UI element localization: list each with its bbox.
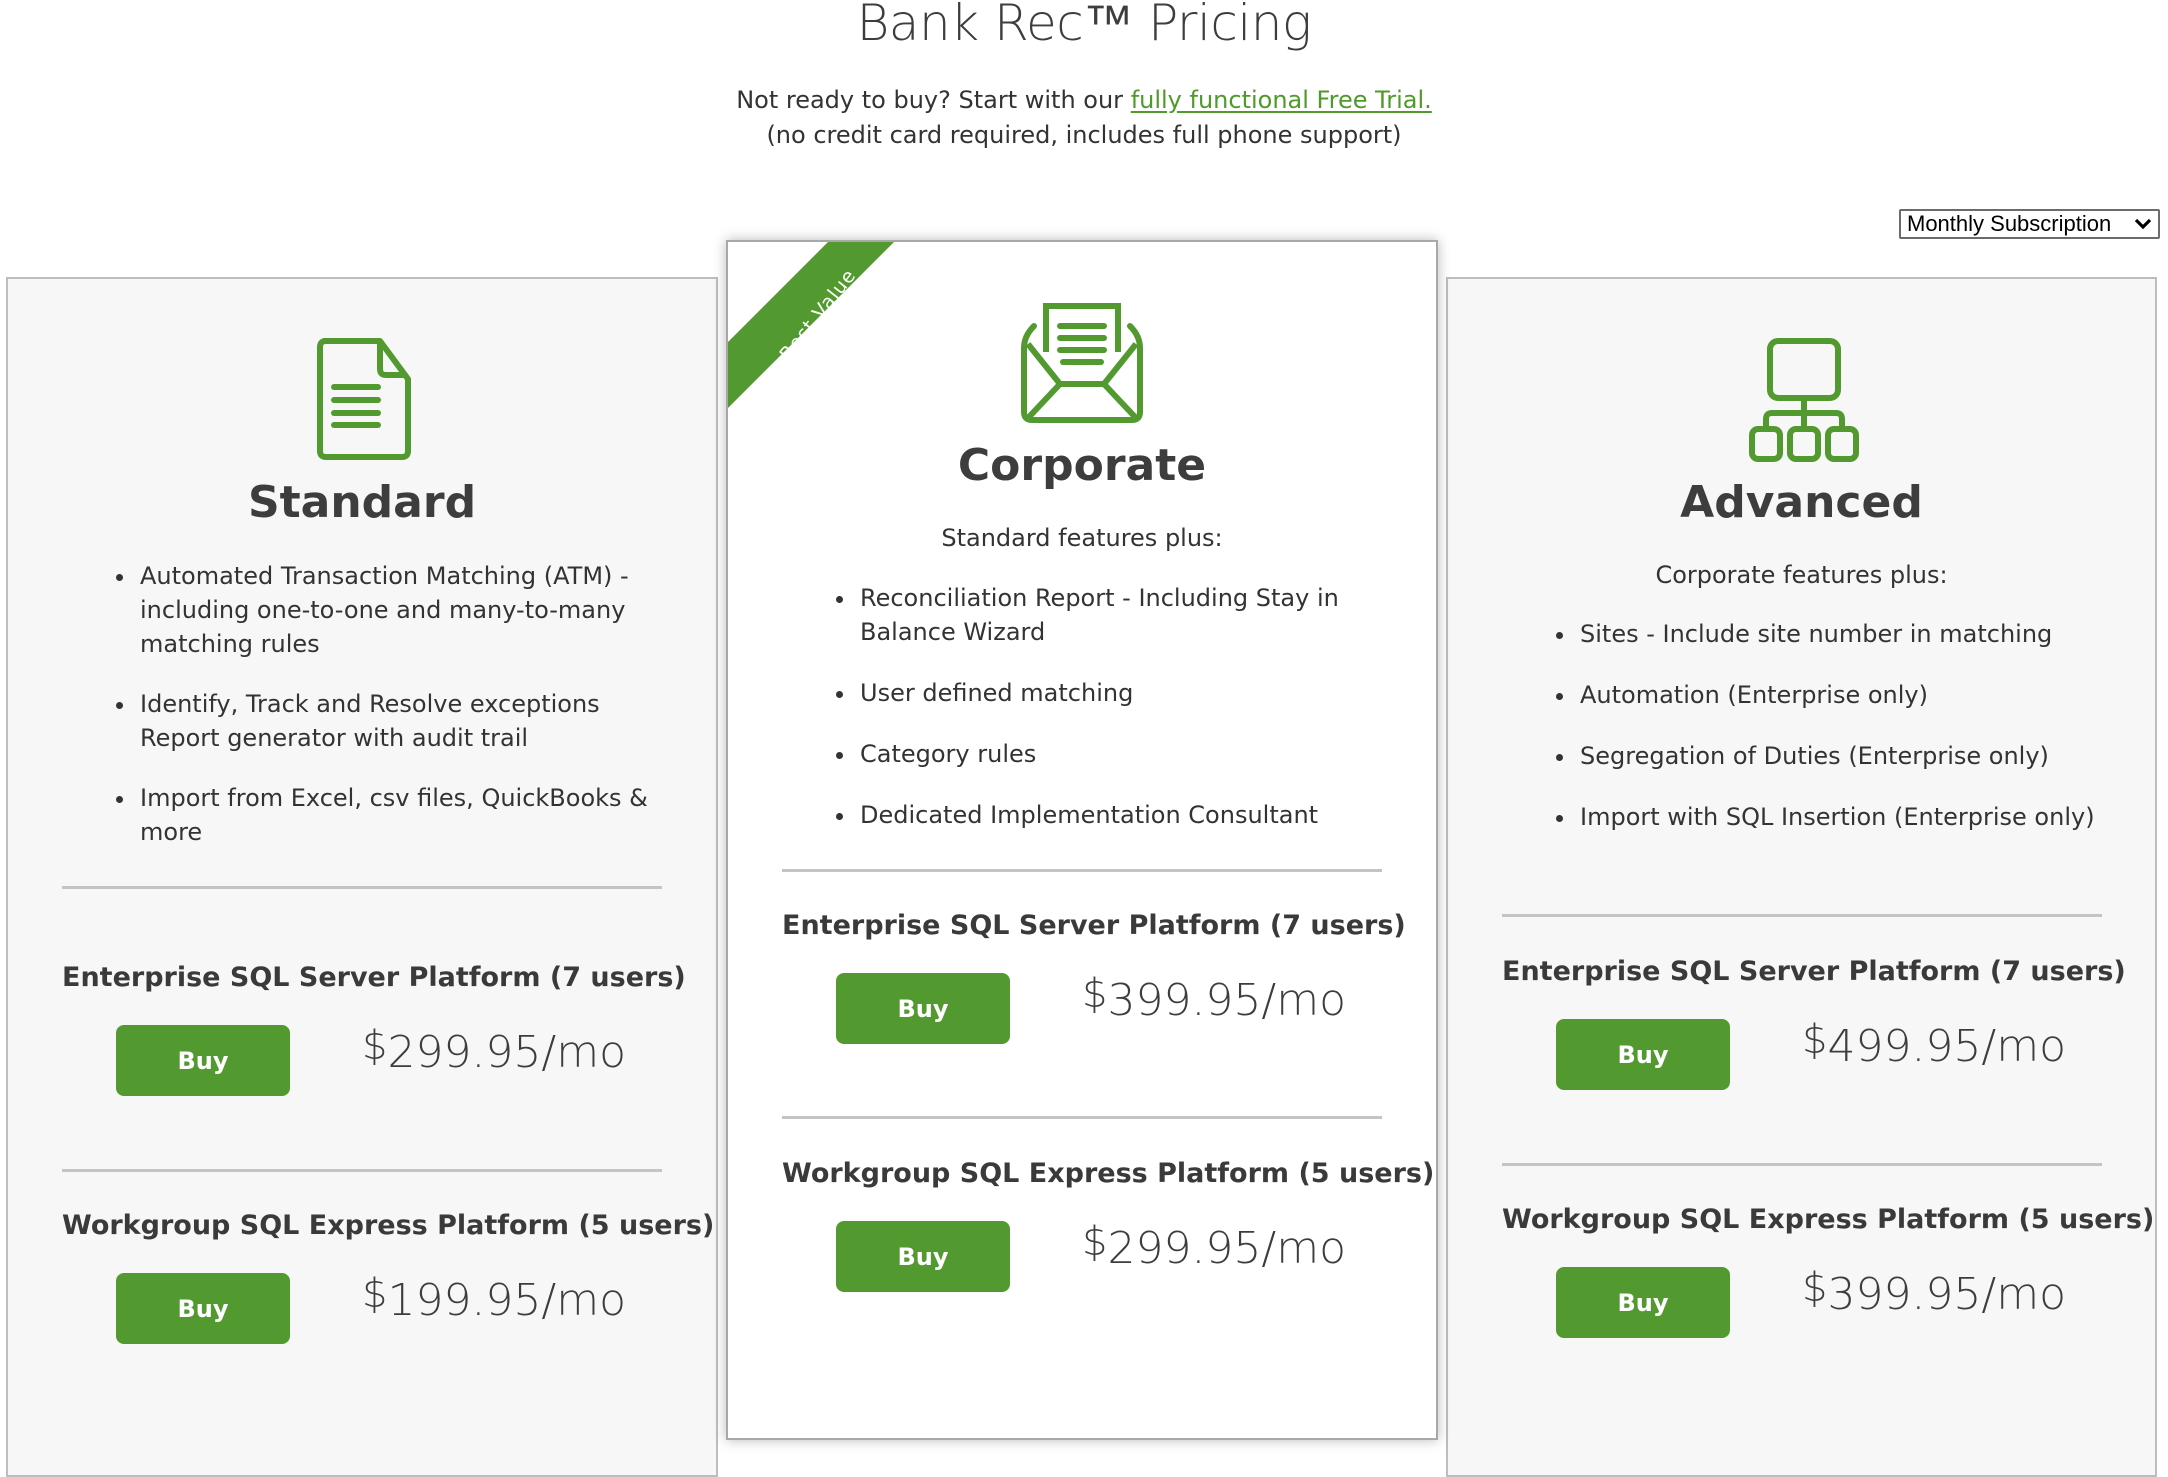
feature-item: Category rules [836, 737, 1400, 771]
tier-heading: Workgroup SQL Express Platform (5 users) [782, 1158, 1435, 1189]
plan-card-standard: Standard Automated Transaction Matching … [6, 277, 718, 1477]
plan-name: Standard [247, 477, 477, 528]
page-title: Bank Rec™ Pricing [856, 0, 1312, 52]
document-icon [317, 338, 411, 460]
buy-button[interactable]: Buy [1556, 1019, 1730, 1090]
buy-button[interactable]: Buy [836, 973, 1010, 1044]
price-period: /mo [1261, 1223, 1347, 1274]
price-amount: 399.95 [1107, 975, 1262, 1026]
feature-item: Import from Excel, csv files, QuickBooks… [116, 781, 680, 849]
feature-item: Import with SQL Insertion (Enterprise on… [1556, 800, 2140, 834]
feature-item: User defined matching [836, 676, 1400, 710]
billing-period-value: Monthly Subscription [1907, 211, 2112, 236]
feature-item: Automation (Enterprise only) [1556, 678, 2140, 712]
plan-card-corporate: Best Value Corporate Standard features p… [726, 240, 1438, 1440]
intro-note: (no credit card required, includes full … [766, 121, 1402, 149]
divider [782, 1116, 1382, 1119]
chevron-down-icon [2134, 218, 2152, 230]
currency-symbol: $ [1082, 971, 1108, 1017]
hierarchy-icon [1749, 338, 1859, 462]
plan-card-advanced: Advanced Corporate features plus: Sites … [1446, 277, 2157, 1477]
plan-intro: Corporate features plus: [1655, 561, 1948, 589]
tier-heading: Enterprise SQL Server Platform (7 users) [1502, 956, 2126, 987]
currency-symbol: $ [1802, 1017, 1828, 1063]
plan-intro: Standard features plus: [941, 524, 1223, 552]
intro-text: Not ready to buy? Start with our [736, 86, 1131, 114]
envelope-open-icon [1021, 303, 1143, 423]
currency-symbol: $ [362, 1271, 388, 1317]
price: $399.95/mo [1082, 971, 1347, 1026]
buy-button[interactable]: Buy [836, 1221, 1010, 1292]
feature-item: Reconciliation Report - Including Stay i… [836, 581, 1400, 649]
buy-button[interactable]: Buy [116, 1025, 290, 1096]
price-period: /mo [541, 1275, 627, 1326]
divider [62, 886, 662, 889]
divider [1502, 914, 2102, 917]
price-period: /mo [541, 1027, 627, 1078]
currency-symbol: $ [362, 1023, 388, 1069]
feature-list: Automated Transaction Matching (ATM) - i… [104, 559, 680, 849]
feature-list: Sites - Include site number in matching … [1544, 617, 2140, 834]
currency-symbol: $ [1802, 1265, 1828, 1311]
buy-button[interactable]: Buy [116, 1273, 290, 1344]
feature-item: Automated Transaction Matching (ATM) - i… [116, 559, 680, 661]
price-amount: 399.95 [1827, 1269, 1982, 1320]
currency-symbol: $ [1082, 1219, 1108, 1265]
divider [782, 869, 1382, 872]
price-amount: 499.95 [1827, 1021, 1982, 1072]
feature-item: Dedicated Implementation Consultant [836, 798, 1400, 832]
feature-item: Identify, Track and Resolve exceptions R… [116, 687, 680, 755]
buy-button[interactable]: Buy [1556, 1267, 1730, 1338]
plan-name: Advanced [1680, 477, 1923, 528]
tier-heading: Enterprise SQL Server Platform (7 users) [782, 910, 1406, 941]
price-amount: 199.95 [387, 1275, 542, 1326]
tier-heading: Workgroup SQL Express Platform (5 users) [1502, 1204, 2155, 1235]
intro-line: Not ready to buy? Start with our fully f… [0, 86, 2168, 114]
feature-item: Sites - Include site number in matching [1556, 617, 2140, 651]
tier-heading: Enterprise SQL Server Platform (7 users) [62, 962, 686, 993]
price: $199.95/mo [362, 1271, 627, 1326]
price: $499.95/mo [1802, 1017, 2067, 1072]
price-period: /mo [1261, 975, 1347, 1026]
free-trial-link[interactable]: fully functional Free Trial. [1131, 86, 1432, 114]
divider [1502, 1163, 2102, 1166]
price-period: /mo [1981, 1021, 2067, 1072]
billing-period-select[interactable]: Monthly Subscription [1899, 209, 2160, 239]
price-period: /mo [1981, 1269, 2067, 1320]
price: $299.95/mo [362, 1023, 627, 1078]
price: $299.95/mo [1082, 1219, 1347, 1274]
plan-name: Corporate [957, 440, 1207, 491]
price: $399.95/mo [1802, 1265, 2067, 1320]
price-amount: 299.95 [1107, 1223, 1262, 1274]
feature-item: Segregation of Duties (Enterprise only) [1556, 739, 2140, 773]
tier-heading: Workgroup SQL Express Platform (5 users) [62, 1210, 715, 1241]
feature-list: Reconciliation Report - Including Stay i… [824, 581, 1400, 832]
price-amount: 299.95 [387, 1027, 542, 1078]
divider [62, 1169, 662, 1172]
